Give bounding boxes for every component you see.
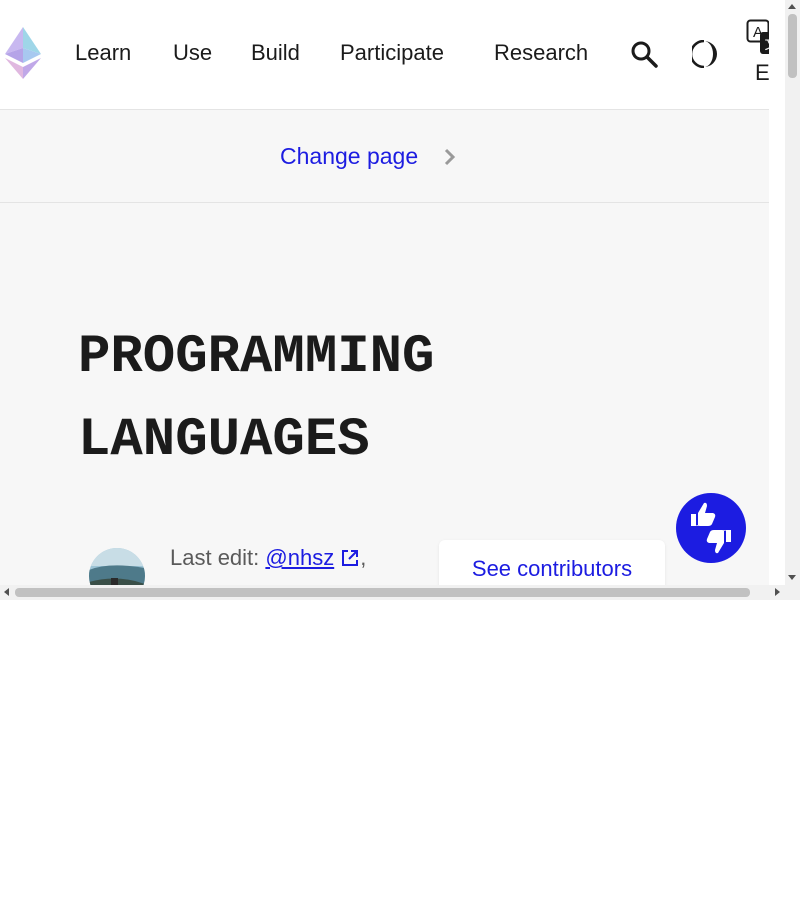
ethereum-logo-icon[interactable] (5, 27, 41, 79)
vertical-scrollbar-thumb[interactable] (788, 14, 797, 78)
language-code[interactable]: EN (755, 60, 769, 86)
scroll-up-arrow-icon[interactable] (788, 4, 796, 9)
nav-item-build[interactable]: Build (251, 38, 300, 68)
scroll-right-arrow-icon[interactable] (775, 588, 780, 596)
change-page-link[interactable]: Change page (280, 140, 418, 172)
site-header: Learn Use Build Participate Research A 文… (0, 0, 769, 110)
see-contributors-button[interactable]: See contributors (439, 540, 665, 585)
page-content: Learn Use Build Participate Research A 文… (0, 0, 769, 585)
nav-item-research[interactable]: Research (494, 38, 588, 68)
scroll-down-arrow-icon[interactable] (788, 575, 796, 580)
browser-viewport: Learn Use Build Participate Research A 文… (0, 0, 800, 600)
last-edit-info: Last edit: @nhsz , (170, 542, 366, 574)
nav-item-learn[interactable]: Learn (75, 38, 131, 68)
last-edit-prefix: Last edit: (170, 545, 266, 570)
feedback-button[interactable] (676, 493, 746, 563)
last-edit-author-link[interactable]: @nhsz (265, 545, 334, 570)
thumbs-up-down-icon (691, 502, 731, 554)
search-icon[interactable] (630, 40, 658, 68)
translate-icon[interactable]: A 文 (746, 19, 769, 55)
vertical-scrollbar[interactable] (785, 0, 800, 585)
dark-mode-moon-icon[interactable] (692, 40, 718, 68)
nav-item-participate[interactable]: Participate (340, 38, 444, 68)
external-link-icon[interactable] (340, 548, 360, 568)
svg-text:文: 文 (765, 37, 770, 53)
horizontal-scrollbar[interactable] (0, 585, 800, 600)
avatar (89, 548, 145, 585)
page-title: PROGRAMMING LANGUAGES (78, 327, 435, 471)
last-edit-suffix: , (360, 545, 367, 570)
scroll-left-arrow-icon[interactable] (4, 588, 9, 596)
chevron-right-icon (444, 148, 456, 166)
nav-item-use[interactable]: Use (173, 38, 212, 68)
horizontal-scrollbar-thumb[interactable] (15, 588, 750, 597)
change-page-bar: Change page (0, 110, 769, 203)
